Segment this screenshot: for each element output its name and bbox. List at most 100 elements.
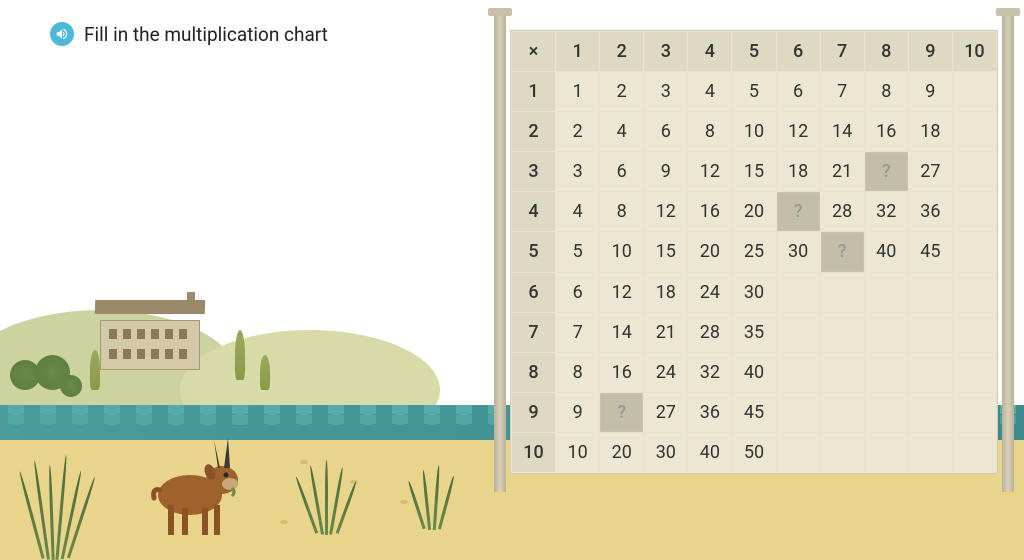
empty-cell[interactable]: [865, 393, 908, 432]
empty-cell[interactable]: [777, 273, 820, 312]
value-cell: 36: [688, 393, 731, 432]
empty-cell[interactable]: [953, 433, 996, 472]
value-cell: 4: [556, 192, 599, 231]
empty-cell[interactable]: [821, 393, 864, 432]
empty-cell[interactable]: [909, 393, 952, 432]
empty-cell[interactable]: [909, 273, 952, 312]
value-cell: 8: [556, 353, 599, 392]
value-cell: 9: [909, 72, 952, 111]
value-cell: 12: [600, 273, 643, 312]
grass-icon: [300, 455, 380, 535]
blank-cell[interactable]: ?: [821, 232, 864, 271]
empty-cell[interactable]: [865, 353, 908, 392]
value-cell: 12: [644, 192, 687, 231]
value-cell: 5: [556, 232, 599, 271]
value-cell: 3: [644, 72, 687, 111]
value-cell: 10: [732, 112, 775, 151]
value-cell: 12: [688, 152, 731, 191]
value-cell: 40: [732, 353, 775, 392]
value-cell: 40: [865, 232, 908, 271]
value-cell: 15: [644, 232, 687, 271]
value-cell: 8: [600, 192, 643, 231]
value-cell: 18: [777, 152, 820, 191]
instruction-prompt: Fill in the multiplication chart: [50, 22, 328, 46]
empty-cell[interactable]: [821, 273, 864, 312]
value-cell: 6: [777, 72, 820, 111]
value-cell: 12: [777, 112, 820, 151]
value-cell: 5: [732, 72, 775, 111]
value-cell: 40: [688, 433, 731, 472]
multiplication-board: ×123456789101123456789224681012141618336…: [504, 12, 1004, 492]
blank-cell[interactable]: ?: [865, 152, 908, 191]
empty-cell[interactable]: [953, 353, 996, 392]
value-cell: 25: [732, 232, 775, 271]
house-icon: [100, 300, 210, 370]
audio-button[interactable]: [50, 22, 74, 46]
value-cell: 45: [732, 393, 775, 432]
value-cell: 28: [821, 192, 864, 231]
value-cell: 14: [821, 112, 864, 151]
value-cell: 24: [644, 353, 687, 392]
empty-cell[interactable]: [953, 232, 996, 271]
speaker-icon: [55, 27, 69, 41]
cypress-icon: [90, 350, 100, 390]
col-header: 1: [556, 32, 599, 71]
empty-cell[interactable]: [865, 313, 908, 352]
multiplication-grid: ×123456789101123456789224681012141618336…: [510, 30, 998, 474]
value-cell: 2: [600, 72, 643, 111]
empty-cell[interactable]: [777, 393, 820, 432]
empty-cell[interactable]: [953, 273, 996, 312]
grid-corner: ×: [512, 32, 555, 71]
empty-cell[interactable]: [777, 433, 820, 472]
value-cell: 4: [688, 72, 731, 111]
col-header: 8: [865, 32, 908, 71]
empty-cell[interactable]: [953, 112, 996, 151]
value-cell: 27: [644, 393, 687, 432]
value-cell: 16: [688, 192, 731, 231]
row-header: 8: [512, 353, 555, 392]
cypress-icon: [260, 355, 270, 390]
blank-cell[interactable]: ?: [600, 393, 643, 432]
empty-cell[interactable]: [953, 192, 996, 231]
empty-cell[interactable]: [821, 313, 864, 352]
value-cell: 30: [732, 273, 775, 312]
instruction-text: Fill in the multiplication chart: [84, 23, 328, 46]
value-cell: 20: [600, 433, 643, 472]
value-cell: 16: [865, 112, 908, 151]
value-cell: 4: [600, 112, 643, 151]
value-cell: 6: [600, 152, 643, 191]
empty-cell[interactable]: [909, 433, 952, 472]
empty-cell[interactable]: [821, 353, 864, 392]
board-post: [494, 12, 506, 492]
value-cell: 7: [821, 72, 864, 111]
grass-icon: [410, 460, 480, 530]
row-header: 9: [512, 393, 555, 432]
value-cell: 8: [865, 72, 908, 111]
empty-cell[interactable]: [821, 433, 864, 472]
empty-cell[interactable]: [865, 273, 908, 312]
value-cell: 30: [644, 433, 687, 472]
value-cell: 1: [556, 72, 599, 111]
row-header: 10: [512, 433, 555, 472]
value-cell: 7: [556, 313, 599, 352]
empty-cell[interactable]: [953, 72, 996, 111]
value-cell: 6: [556, 273, 599, 312]
empty-cell[interactable]: [953, 393, 996, 432]
empty-cell[interactable]: [777, 353, 820, 392]
col-header: 6: [777, 32, 820, 71]
value-cell: 20: [732, 192, 775, 231]
value-cell: 32: [688, 353, 731, 392]
empty-cell[interactable]: [777, 313, 820, 352]
empty-cell[interactable]: [909, 353, 952, 392]
col-header: 5: [732, 32, 775, 71]
empty-cell[interactable]: [953, 152, 996, 191]
empty-cell[interactable]: [909, 313, 952, 352]
value-cell: 15: [732, 152, 775, 191]
empty-cell[interactable]: [953, 313, 996, 352]
empty-cell[interactable]: [865, 433, 908, 472]
col-header: 7: [821, 32, 864, 71]
row-header: 2: [512, 112, 555, 151]
blank-cell[interactable]: ?: [777, 192, 820, 231]
row-header: 3: [512, 152, 555, 191]
tree-icon: [60, 375, 82, 397]
